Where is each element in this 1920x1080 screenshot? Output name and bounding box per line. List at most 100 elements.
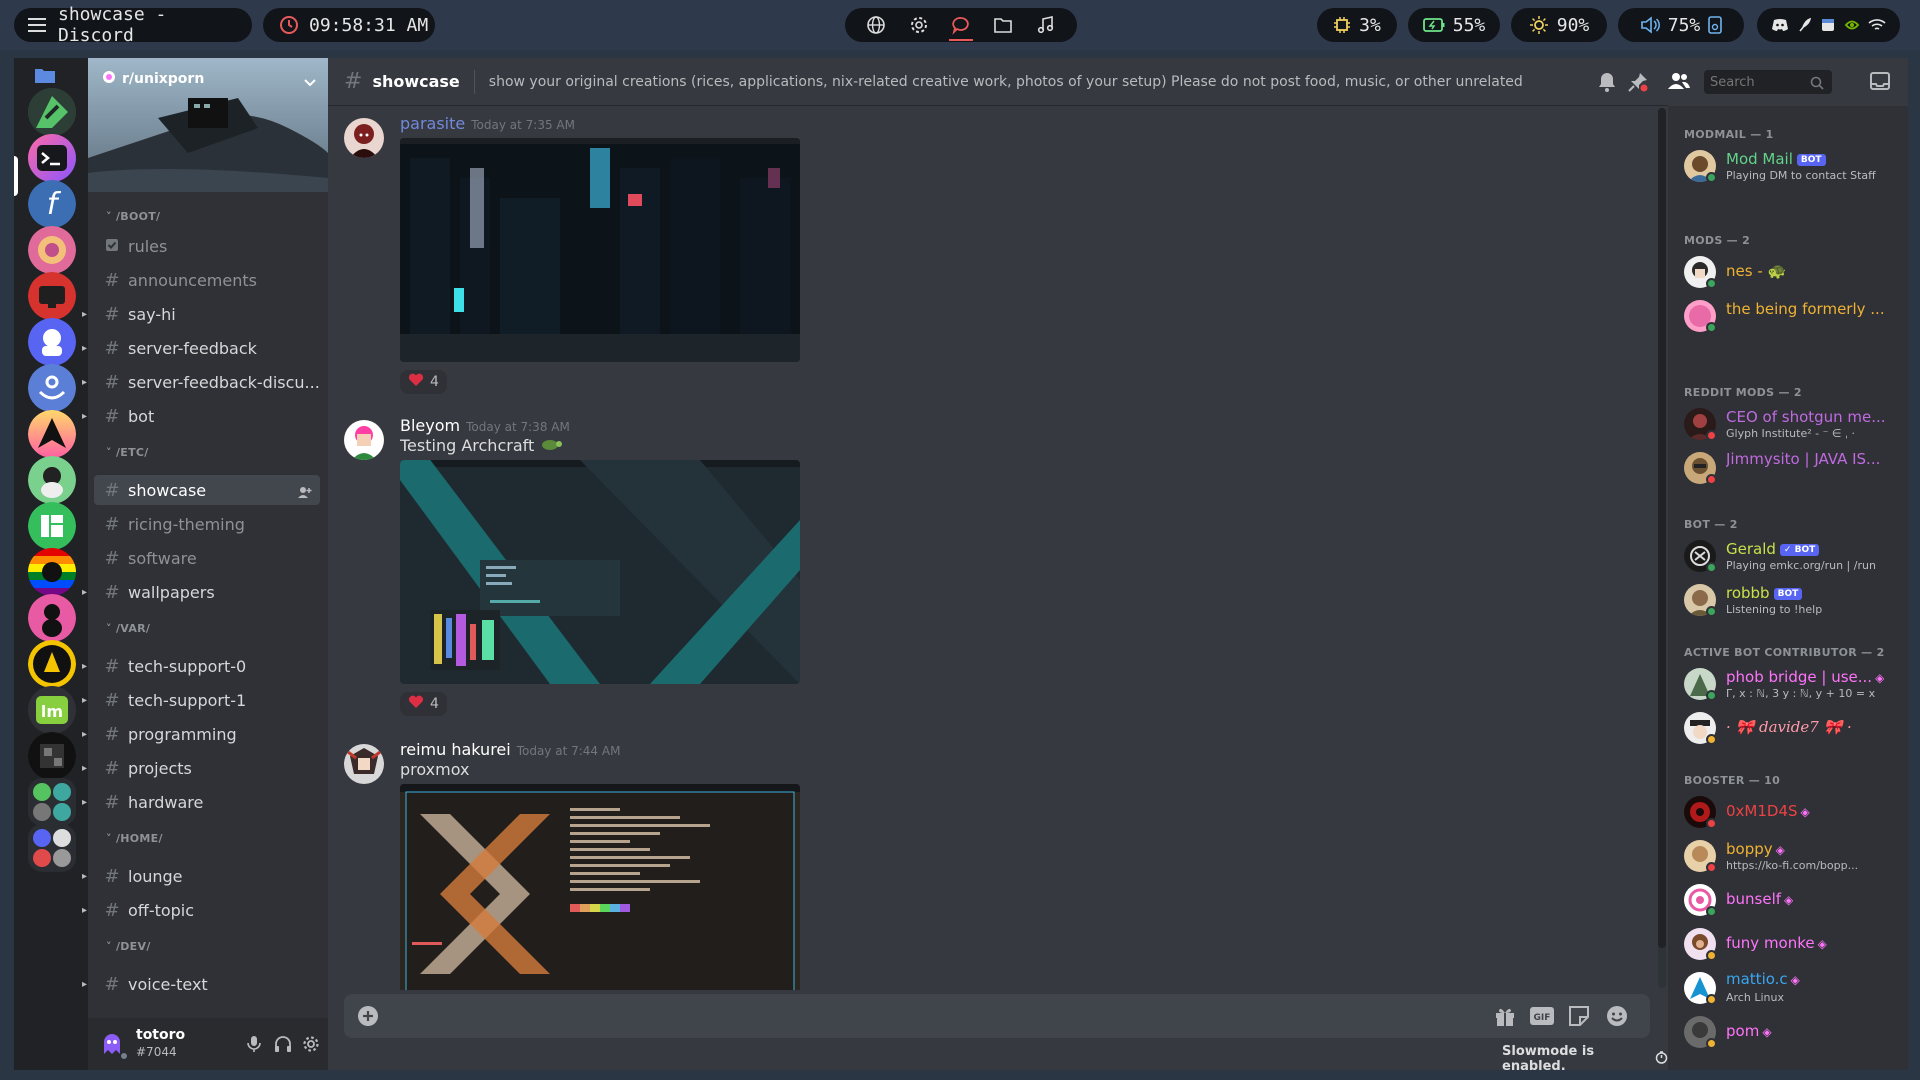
server-icon-7[interactable] [28,364,76,412]
chat-scrollbar-track[interactable] [1658,108,1666,988]
channel-rules[interactable]: rules [94,231,320,261]
window-title-pill[interactable]: showcase - Discord [14,4,252,46]
channel-ricing-theming[interactable]: # ricing-theming [94,509,320,539]
channel-showcase[interactable]: # showcase [94,475,320,505]
member-item[interactable]: funy monke ◈ [1680,924,1906,964]
avatar[interactable] [344,744,384,784]
notification-panel-icon[interactable] [1708,16,1723,34]
chat-scrollbar-thumb[interactable] [1658,108,1666,948]
message-author[interactable]: parasite [400,114,465,133]
server-icon-9[interactable] [28,456,76,504]
channel-projects[interactable]: ▸ # projects [82,753,320,783]
server-icon-5[interactable] [28,272,76,320]
battery-pill[interactable]: 55% [1408,8,1500,42]
invite-icon[interactable] [298,483,312,502]
server-header[interactable]: r/unixporn [102,70,204,88]
user-settings-icon[interactable] [302,1035,320,1057]
home-icon[interactable] [34,66,56,88]
server-icon-arch[interactable] [28,410,76,458]
image-attachment[interactable] [400,138,800,362]
chat-app-icon[interactable] [945,10,977,41]
server-icon-linux[interactable] [28,640,76,688]
channel-lounge[interactable]: ▸ # lounge [82,861,320,891]
member-item[interactable]: pom ◈ [1680,1012,1906,1052]
reaction-heart[interactable]: 4 [400,692,447,716]
channel-wallpapers[interactable]: ▸ # wallpapers [82,577,320,607]
upload-plus-icon[interactable] [358,1006,378,1030]
microphone-icon[interactable] [246,1035,262,1057]
gift-icon[interactable] [1494,1005,1516,1031]
chevron-down-icon[interactable] [304,72,316,91]
server-icon-15[interactable] [28,732,76,780]
category-var[interactable]: ˅ /VAR/ [106,622,150,635]
app-tray-icon[interactable] [1820,17,1836,33]
member-item[interactable]: · 🎀 davide7 🎀 · [1680,708,1906,748]
channel-bot[interactable]: ▸ # bot [82,401,320,431]
server-icon-unixporn[interactable] [28,134,76,182]
server-icon-1[interactable] [28,88,76,136]
category-boot[interactable]: ˅ /BOOT/ [106,210,160,223]
member-item[interactable]: CEO of shotgun me... Glyph Institute² - … [1680,404,1906,444]
member-item[interactable]: Jimmysito | JAVA IS... [1680,448,1906,488]
channel-say-hi[interactable]: ▸ # say-hi [82,299,320,329]
search-input[interactable] [1710,73,1806,91]
cpu-pill[interactable]: 3% [1317,8,1397,42]
channel-programming[interactable]: ▸ # programming [82,719,320,749]
channel-off-topic[interactable]: ▸ # off-topic [82,895,320,925]
channel-tech-support-0[interactable]: ▸ # tech-support-0 [82,651,320,681]
channel-server-feedback-discussion[interactable]: ▸ # server-feedback-discu... [82,367,320,397]
member-item[interactable]: phob bridge | use... ◈ Γ, x : ℕ, 3 y : ℕ,… [1680,664,1906,704]
channel-tech-support-1[interactable]: ▸ # tech-support-1 [82,685,320,715]
channel-server-feedback[interactable]: ▸ # server-feedback [82,333,320,363]
server-folder-2[interactable] [28,824,76,872]
gif-icon[interactable]: GIF [1530,1007,1554,1029]
search-box[interactable] [1704,70,1832,94]
member-item[interactable]: the being formerly ... [1680,296,1906,336]
clock-pill[interactable]: 09:58:31 AM [263,8,435,42]
server-folder[interactable] [28,778,76,826]
member-item[interactable]: Gerald ✓ BOT Playing emkc.org/run | /run [1680,536,1906,576]
server-icon-4[interactable] [28,226,76,274]
server-icon-11[interactable] [28,548,76,596]
member-list-icon[interactable] [1668,72,1690,94]
member-item[interactable]: mattio.c ◈ Arch Linux [1680,968,1906,1008]
feather-tray-icon[interactable] [1797,17,1813,33]
image-attachment[interactable] [400,460,800,684]
reaction-heart[interactable]: 4 [400,370,447,394]
settings-icon[interactable] [903,10,935,40]
menu-icon[interactable] [28,18,46,32]
member-item[interactable]: nes - 🐢 [1680,252,1906,292]
channel-topic[interactable]: show your original creations (rices, app… [489,74,1525,90]
notification-bell-icon[interactable] [1598,72,1616,96]
channel-announcements[interactable]: # announcements [94,265,320,295]
nvidia-tray-icon[interactable] [1844,17,1860,33]
member-item[interactable]: bunself ◈ [1680,880,1906,920]
category-etc[interactable]: ˅ /ETC/ [106,446,149,459]
member-item[interactable]: robbb BOT Listening to !help [1680,580,1906,620]
server-icon-6[interactable] [28,318,76,366]
server-icon-mint[interactable]: lm [28,686,76,734]
browser-icon[interactable] [860,10,892,40]
folder-icon[interactable] [987,10,1019,40]
category-home[interactable]: ˅ /HOME/ [106,832,163,845]
member-item[interactable]: boppy ◈ https://ko-fi.com/bopp... [1680,836,1906,876]
brightness-pill[interactable]: 90% [1511,8,1607,42]
emoji-icon[interactable] [1606,1005,1628,1031]
headphones-icon[interactable] [274,1035,292,1057]
message-input[interactable] [392,1002,1432,1030]
inbox-icon[interactable] [1870,72,1890,94]
server-icon-fedora[interactable]: f [28,180,76,228]
channel-software[interactable]: # software [94,543,320,573]
member-item[interactable]: Mod Mail BOT Playing DM to contact Staff [1680,146,1906,186]
avatar[interactable] [344,118,384,158]
volume-pill[interactable]: 75% [1618,8,1744,42]
message-author[interactable]: Bleyom [400,416,460,435]
sticker-icon[interactable] [1568,1005,1590,1031]
server-banner[interactable]: r/unixporn [88,58,328,192]
category-dev[interactable]: ˅ /DEV/ [106,940,151,953]
channel-voice-text[interactable]: ▸ # voice-text [82,969,320,999]
server-icon-12[interactable] [28,594,76,642]
member-item[interactable]: 0xM1D4S ◈ [1680,792,1906,832]
message-author[interactable]: reimu hakurei [400,740,511,759]
image-attachment[interactable] [400,784,800,990]
